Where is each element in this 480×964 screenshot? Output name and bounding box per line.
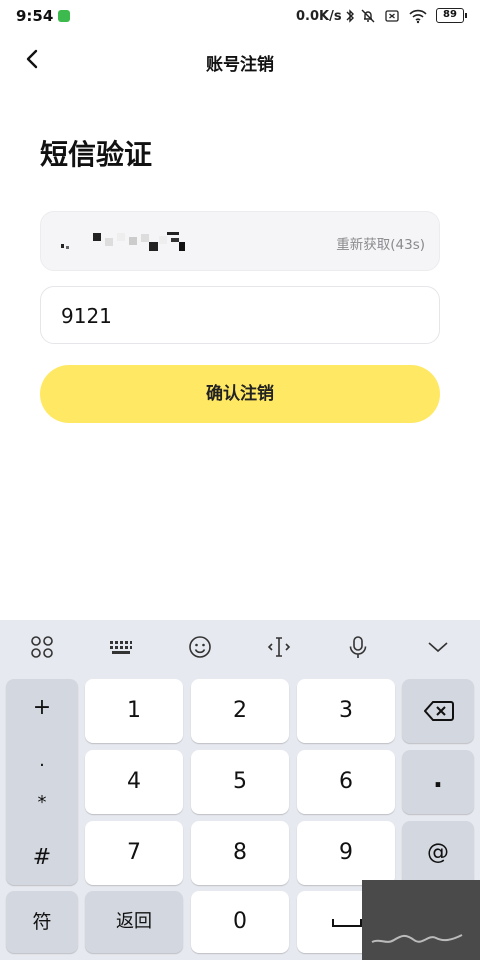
key-6[interactable]: 6 — [297, 750, 395, 814]
grid-apps-icon[interactable] — [29, 634, 55, 660]
key-9[interactable]: 9 — [297, 821, 395, 885]
page-title-bar: 账号注销 — [206, 55, 274, 75]
key-asterisk[interactable]: * — [6, 792, 78, 813]
emoji-icon[interactable] — [187, 634, 213, 660]
space-icon — [332, 919, 362, 927]
phone-number-field: 重新获取(43s) — [40, 211, 440, 271]
symbol-column[interactable]: + . * # — [6, 679, 78, 885]
page-heading: 短信验证 — [40, 138, 153, 171]
key-4[interactable]: 4 — [85, 750, 183, 814]
key-2[interactable]: 2 — [191, 679, 289, 743]
redaction-overlay — [362, 880, 480, 960]
microphone-icon[interactable] — [345, 634, 371, 660]
status-time: 9:54 — [16, 7, 54, 25]
key-dot[interactable]: . — [6, 750, 78, 771]
bluetooth-icon — [346, 9, 354, 23]
cursor-move-icon[interactable] — [266, 634, 292, 660]
confirm-cancel-account-button[interactable]: 确认注销 — [40, 365, 440, 423]
key-period[interactable]: . — [402, 750, 474, 814]
verification-code-input[interactable] — [59, 301, 423, 331]
backspace-icon — [424, 701, 454, 721]
key-plus[interactable]: + — [6, 695, 78, 720]
key-8[interactable]: 8 — [191, 821, 289, 885]
network-speed: 0.0K/s — [296, 9, 342, 24]
keyboard-icon[interactable] — [108, 634, 134, 660]
key-3[interactable]: 3 — [297, 679, 395, 743]
wifi-icon — [409, 9, 427, 24]
key-0[interactable]: 0 — [191, 891, 289, 953]
key-at[interactable]: @ — [402, 821, 474, 885]
scribble-mark — [371, 934, 463, 943]
chevron-down-icon[interactable] — [425, 634, 451, 660]
key-1[interactable]: 1 — [85, 679, 183, 743]
return-key[interactable]: 返回 — [85, 891, 183, 953]
verification-code-field — [40, 286, 440, 344]
keyboard-toolbar — [0, 620, 480, 676]
battery-icon: 89 — [436, 8, 467, 23]
mute-bell-icon — [361, 9, 375, 23]
status-bar: 9:54 0.0K/s 89 — [0, 0, 480, 34]
notification-app-icon — [58, 10, 70, 22]
key-hash[interactable]: # — [6, 845, 78, 870]
resend-code-button[interactable]: 重新获取(43s) — [336, 233, 425, 253]
nav-bar: 账号注销 — [0, 38, 480, 84]
backspace-key[interactable] — [402, 679, 474, 743]
key-7[interactable]: 7 — [85, 821, 183, 885]
masked-phone-number — [61, 232, 185, 251]
key-5[interactable]: 5 — [191, 750, 289, 814]
no-sim-icon — [385, 10, 399, 22]
key-symbols[interactable]: 符 — [6, 891, 78, 953]
